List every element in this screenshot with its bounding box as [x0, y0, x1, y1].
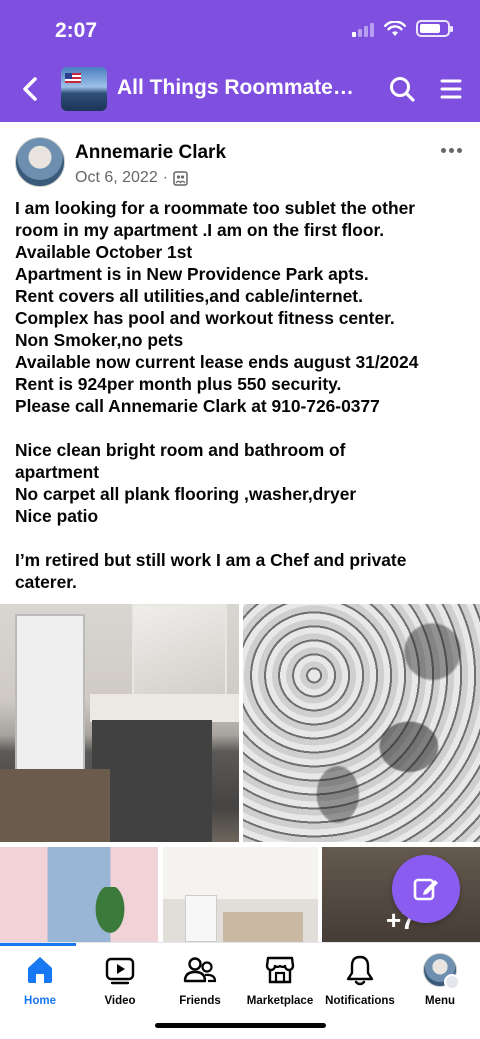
search-icon: [390, 77, 415, 102]
dot: [449, 148, 454, 153]
post-line: Non Smoker,no pets: [15, 330, 184, 350]
group-cover-thumbnail[interactable]: [61, 67, 107, 111]
post-line: Nice clean bright room and bathroom of: [15, 440, 346, 460]
post-options-button[interactable]: [441, 148, 465, 158]
signal-icon: [352, 21, 374, 37]
post-body: I am looking for a roommate too sublet t…: [15, 197, 470, 593]
top-bar: 2:07 All Things Roommate…: [0, 0, 480, 122]
home-icon: [28, 957, 52, 983]
post-line: Please call Annemarie Clark at 910-726-0…: [15, 396, 380, 416]
tab-label: Menu: [424, 995, 456, 1007]
post-line: Apartment is in New Providence Park apts…: [15, 264, 369, 284]
chevron-left-icon: [23, 77, 37, 101]
post-line: Nice patio: [15, 506, 99, 526]
photo-detail: [0, 769, 110, 842]
dot: [457, 148, 462, 153]
dot: [441, 148, 446, 153]
post-meta: Oct 6, 2022 ·: [75, 169, 188, 187]
video-icon: [105, 957, 135, 985]
photo-detail: [90, 887, 130, 942]
photo-detail: [15, 614, 85, 774]
photo-patio-window[interactable]: [0, 847, 158, 942]
photo-shower-curtain[interactable]: [243, 604, 480, 842]
group-menu-button[interactable]: [440, 77, 462, 101]
post-line: Available October 1st: [15, 242, 193, 262]
wifi-icon: [384, 20, 406, 36]
post-line: room in my apartment .I am on the first …: [15, 220, 385, 240]
tab-label: Video: [104, 995, 136, 1007]
post-card: Annemarie Clark Oct 6, 2022 · I am looki…: [0, 122, 480, 942]
status-time: 2:07: [55, 19, 98, 42]
photo-bathroom-vanity[interactable]: [0, 604, 239, 842]
photo-detail: [92, 720, 212, 842]
status-icons: [352, 20, 453, 37]
search-button[interactable]: [388, 75, 416, 103]
post-line: Complex has pool and workout fitness cen…: [15, 308, 395, 328]
post-line: No carpet all plank flooring ,washer,dry…: [15, 484, 357, 504]
photo-detail: [223, 912, 303, 942]
photo-detail: [90, 694, 239, 722]
edit-icon: [413, 878, 438, 901]
photo-kitchen[interactable]: [163, 847, 318, 942]
post-line: caterer.: [15, 572, 77, 592]
tab-label: Notifications: [325, 995, 395, 1007]
battery-icon: [416, 20, 453, 37]
meta-separator: ·: [162, 169, 169, 186]
post-line: [15, 417, 470, 439]
active-tab-indicator: [0, 943, 76, 946]
author-avatar[interactable]: [15, 137, 65, 187]
post-line: [15, 527, 470, 549]
post-line: apartment: [15, 462, 100, 482]
photo-detail: [185, 895, 217, 942]
marketplace-icon: [265, 956, 295, 984]
post-line: I’m retired but still work I am a Chef a…: [15, 550, 407, 570]
group-title[interactable]: All Things Roommate…: [117, 76, 367, 100]
post-line: Available now current lease ends august …: [15, 352, 419, 372]
post-date[interactable]: Oct 6, 2022: [75, 169, 158, 187]
post-line: Rent is 924per month plus 550 security.: [15, 374, 342, 394]
author-name[interactable]: Annemarie Clark: [75, 142, 226, 164]
friends-icon: [183, 957, 217, 983]
profile-menu-icon: [423, 953, 460, 990]
photo-detail: [243, 604, 480, 842]
tab-menu[interactable]: Menu: [392, 953, 480, 1015]
tab-label: Marketplace: [246, 995, 314, 1007]
compose-post-button[interactable]: [392, 855, 460, 923]
group-audience-icon: [173, 170, 188, 186]
post-line: I am looking for a roommate too sublet t…: [15, 198, 416, 218]
flag-image: [65, 73, 81, 83]
back-button[interactable]: [16, 74, 44, 104]
bell-icon: [346, 955, 374, 986]
post-line: Rent covers all utilities,and cable/inte…: [15, 286, 363, 306]
hamburger-icon: [440, 79, 462, 99]
home-indicator: [155, 1023, 326, 1028]
tab-label: Home: [24, 995, 56, 1007]
tab-label: Friends: [179, 995, 221, 1007]
menu-badge: [444, 974, 460, 990]
